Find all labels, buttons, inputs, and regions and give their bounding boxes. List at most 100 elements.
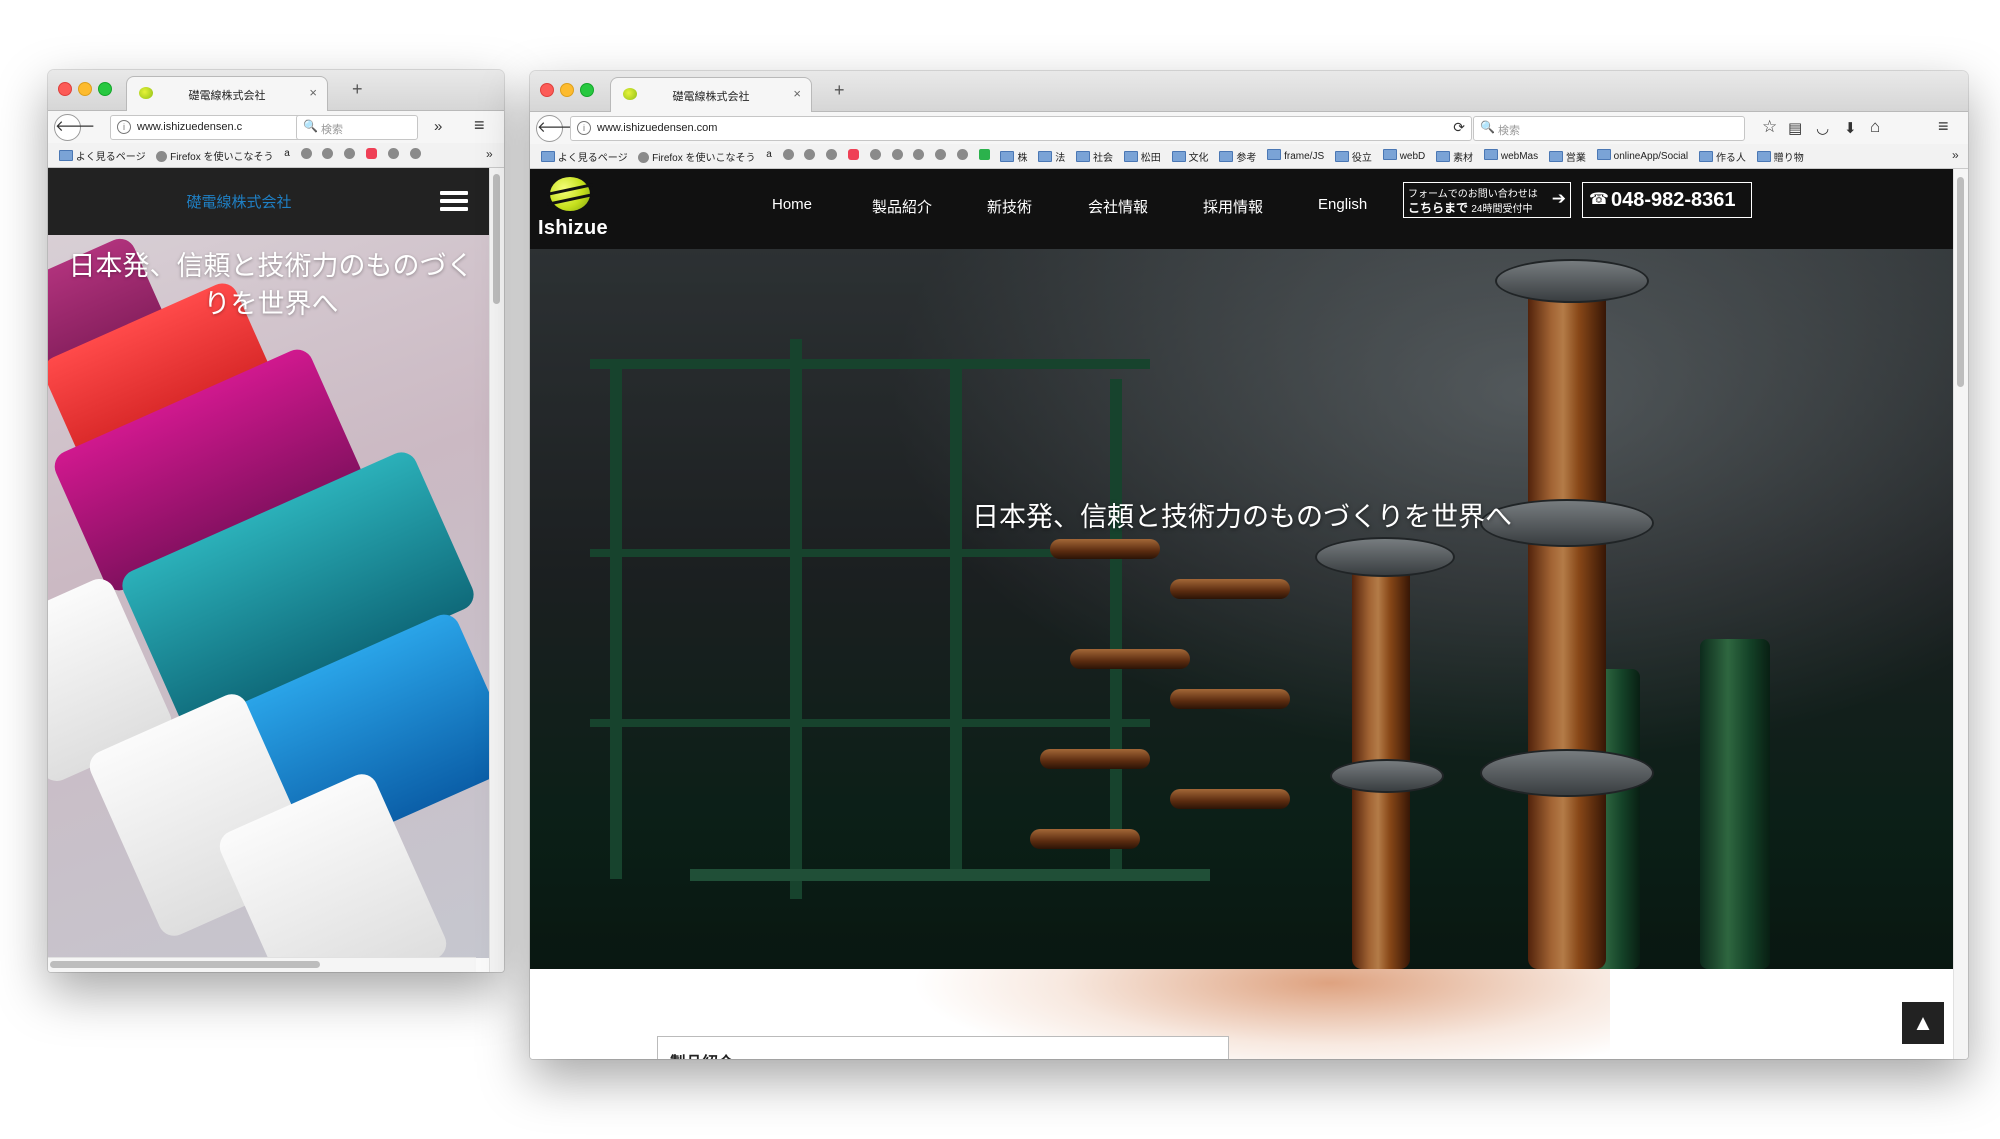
bookmark-globe-2[interactable] <box>322 148 334 160</box>
products-link[interactable]: 製品紹介 » <box>670 1049 747 1059</box>
nav-new-technology[interactable]: 新技術 <box>987 196 1032 217</box>
bookmark-folder-2[interactable]: 社会 <box>1076 149 1113 164</box>
bookmark-folder-11[interactable]: 営業 <box>1548 149 1586 164</box>
globe-icon <box>638 152 650 163</box>
bookmark-globe-3[interactable] <box>344 148 356 160</box>
horizontal-scrollbar[interactable] <box>48 957 476 972</box>
nav-company-info[interactable]: 会社情報 <box>1088 196 1148 217</box>
search-placeholder: 検索 <box>1498 125 1520 137</box>
vertical-scrollbar[interactable] <box>489 168 504 972</box>
bookmark-globe-4[interactable] <box>387 148 399 160</box>
bookmark-globe-8[interactable] <box>956 149 968 161</box>
bookmark-globe-4[interactable] <box>869 149 881 161</box>
home-icon[interactable]: ⌂ <box>1870 117 1880 137</box>
bookmark-amazon-icon[interactable]: a <box>284 148 290 159</box>
bookmark-folder-10[interactable]: webMas <box>1483 149 1538 162</box>
address-bar[interactable]: i www.ishizuedensen.com ⟳ <box>570 116 1472 141</box>
toolbar-overflow-icon[interactable]: » <box>434 118 442 135</box>
bookmark-amazon-icon[interactable]: a <box>766 149 772 160</box>
bookmark-firefox-guide[interactable]: Firefox を使いこなそう <box>156 148 274 163</box>
b-site-icon <box>978 149 990 160</box>
bookmarks-overflow-icon[interactable]: » <box>1952 148 1959 162</box>
back-button[interactable]: 🡐 <box>54 114 95 141</box>
bookmark-folder-9[interactable]: 素材 <box>1436 149 1473 164</box>
back-to-top-button[interactable]: ▲ <box>1902 1002 1944 1044</box>
download-icon[interactable]: ⬇ <box>1844 119 1857 137</box>
bookmark-globe-1[interactable] <box>782 149 794 161</box>
bookmark-star-icon[interactable]: ☆ <box>1762 117 1777 137</box>
search-box[interactable]: 🔍 検索 <box>1473 116 1745 141</box>
new-tab-icon[interactable]: + <box>834 80 845 101</box>
tab-active[interactable]: 礎電線株式会社 × <box>610 77 812 112</box>
bookmark-firefox-guide[interactable]: Firefox を使いこなそう <box>638 149 756 164</box>
products-card[interactable]: 製品紹介 » <box>657 1036 1229 1059</box>
bookmark-folder-14[interactable]: 贈り物 <box>1756 149 1804 164</box>
menu-icon[interactable]: ≡ <box>474 115 485 136</box>
vertical-scrollbar[interactable] <box>1953 169 1968 1059</box>
phone-number-button[interactable]: ☎ 048-982-8361 <box>1582 182 1752 218</box>
menu-icon[interactable]: ≡ <box>1938 116 1949 137</box>
bookmark-frequent[interactable]: よく見るページ <box>540 149 628 164</box>
bookmark-folder-3[interactable]: 松田 <box>1123 149 1161 164</box>
nav-products[interactable]: 製品紹介 <box>872 196 932 217</box>
bookmark-folder-0[interactable]: 株 <box>1000 149 1027 164</box>
bookmark-b[interactable] <box>978 149 990 161</box>
bookmark-folder-13[interactable]: 作る人 <box>1698 149 1746 164</box>
site-info-icon[interactable]: i <box>577 121 591 135</box>
globe-icon <box>300 148 312 159</box>
navigation-toolbar: 🡐 i www.ishizuedensen.com ⟳ 🔍 検索 ☆ ▤ ◡ ⬇… <box>530 112 1968 144</box>
minimize-window-button[interactable] <box>78 82 92 96</box>
hamburger-menu-icon[interactable] <box>440 191 468 215</box>
bookmark-globe-2[interactable] <box>804 149 816 161</box>
bookmark-pocket[interactable] <box>847 149 859 161</box>
horizontal-scrollbar-thumb[interactable] <box>50 961 320 968</box>
bookmarks-overflow-icon[interactable]: » <box>486 147 493 161</box>
nav-english[interactable]: English <box>1318 196 1367 213</box>
ishizue-logo-icon[interactable] <box>550 177 590 211</box>
close-window-button[interactable] <box>58 82 72 96</box>
nav-home[interactable]: Home <box>772 196 812 213</box>
close-tab-icon[interactable]: × <box>309 85 317 100</box>
logo-text[interactable]: Ishizue <box>538 217 608 240</box>
bookmark-pocket[interactable] <box>365 148 377 160</box>
bookmark-globe-1[interactable] <box>300 148 312 160</box>
site-brand-link[interactable]: 礎電線株式会社 <box>48 191 430 212</box>
search-placeholder: 検索 <box>321 124 343 136</box>
reload-icon[interactable]: ⟳ <box>1453 119 1465 136</box>
navigation-toolbar: 🡐 i www.ishizuedensen.c ⟳ 🔍 検索 » ≡ <box>48 111 504 143</box>
tab-active[interactable]: 礎電線株式会社 × <box>126 76 328 111</box>
bookmark-frequent[interactable]: よく見るページ <box>58 148 146 163</box>
phone-number: 048-982-8361 <box>1611 189 1736 211</box>
bookmark-globe-3[interactable] <box>826 149 838 161</box>
zoom-window-button[interactable] <box>580 83 594 97</box>
bookmark-globe-6[interactable] <box>913 149 925 161</box>
bookmark-folder-5[interactable]: 参考 <box>1219 149 1256 164</box>
close-window-button[interactable] <box>540 83 554 97</box>
folder-icon <box>1548 151 1563 162</box>
zoom-window-button[interactable] <box>98 82 112 96</box>
bookmark-folder-12[interactable]: onlineApp/Social <box>1596 149 1688 162</box>
vertical-scrollbar-thumb[interactable] <box>1957 177 1964 387</box>
new-tab-icon[interactable]: + <box>352 79 363 100</box>
bookmark-folder-8[interactable]: webD <box>1382 149 1425 162</box>
globe-icon <box>344 148 356 159</box>
globe-icon <box>782 149 794 160</box>
reading-list-icon[interactable]: ▤ <box>1788 119 1802 137</box>
back-button[interactable]: 🡐 <box>536 115 577 142</box>
site-info-icon[interactable]: i <box>117 120 131 134</box>
nav-recruitment[interactable]: 採用情報 <box>1203 196 1263 217</box>
search-box[interactable]: 🔍 検索 <box>296 115 418 140</box>
minimize-window-button[interactable] <box>560 83 574 97</box>
bookmark-globe-7[interactable] <box>935 149 947 161</box>
bookmark-globe-5[interactable] <box>409 148 421 160</box>
globe-icon <box>387 148 399 159</box>
vertical-scrollbar-thumb[interactable] <box>493 174 500 304</box>
bookmark-globe-5[interactable] <box>891 149 903 161</box>
pocket-icon[interactable]: ◡ <box>1816 119 1829 137</box>
bookmark-folder-1[interactable]: 法 <box>1038 149 1065 164</box>
bookmark-folder-4[interactable]: 文化 <box>1171 149 1209 164</box>
close-tab-icon[interactable]: × <box>793 86 801 101</box>
bookmark-folder-6[interactable]: frame/JS <box>1267 149 1324 162</box>
contact-form-button[interactable]: フォームでのお問い合わせは こちらまで 24時間受付中 ➔ <box>1403 182 1571 218</box>
bookmark-folder-7[interactable]: 役立 <box>1334 149 1372 164</box>
